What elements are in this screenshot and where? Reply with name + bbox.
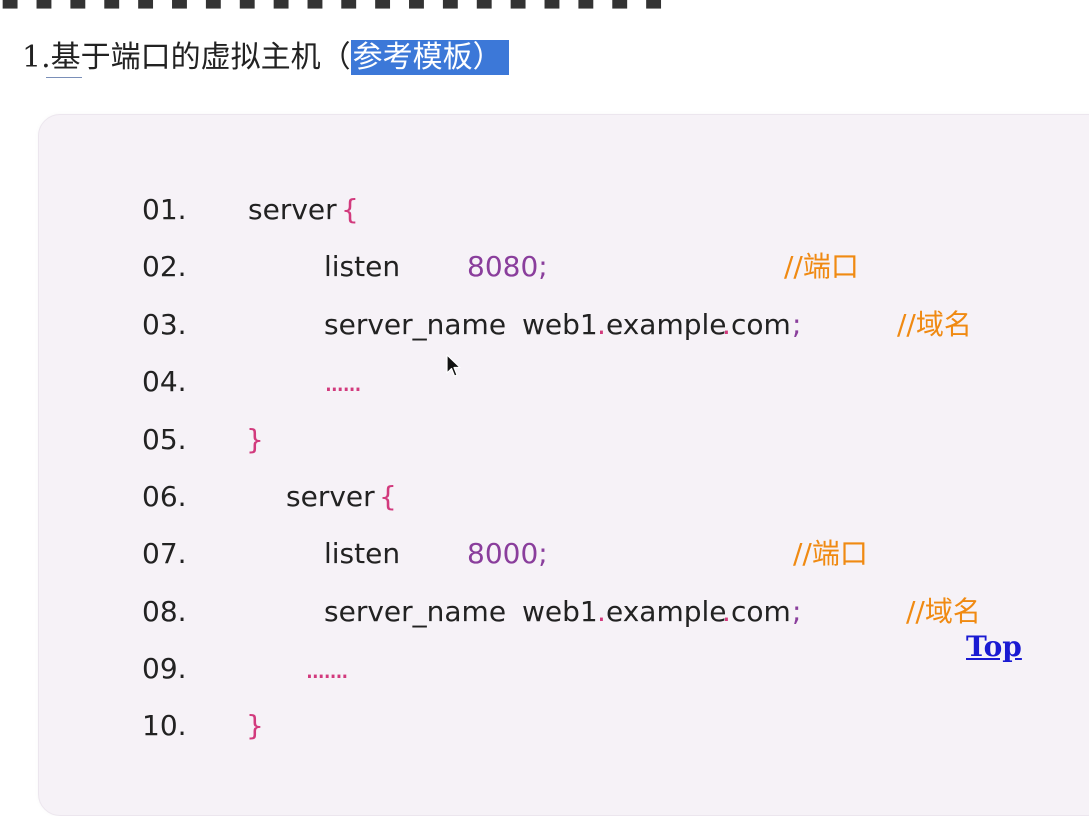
code-directive: server_name [324,595,507,628]
line-number: 10. [142,709,187,742]
code-brace: { [379,480,397,513]
code-comment: //端口 [784,250,859,283]
line-number: 09. [142,652,187,685]
code-value: 8000; [467,537,548,570]
code-comment: //域名 [906,595,981,628]
code-directive: listen [324,537,401,570]
code-dot: . [597,308,606,341]
code-semicolon: ; [792,595,802,628]
top-link[interactable]: Top [966,630,1022,663]
code-semicolon: ; [792,308,802,341]
cropped-previous-heading: ▪ ▪ ▪ ▪ ▪ ▪ ▪ ▪ ▪ ▪ ▪ ▪ ▪ ▪ ▪ ▪ ▪ ▪ ▪ ▪ [0,0,1089,16]
line-number: 05. [142,423,187,456]
code-dot: . [722,308,731,341]
code-brace: { [341,193,359,226]
code-keyword: server [286,480,375,513]
code-host-part: com [731,595,791,628]
code-comment: //端口 [793,537,868,570]
code-comment: //域名 [897,308,972,341]
section-heading: 1.基于端口的虚拟主机（参考模板） [22,36,509,80]
heading-number: 1. [22,40,51,75]
line-number: 02. [142,250,187,283]
code-host-part: web1 [522,308,598,341]
code-brace: } [246,709,264,742]
code-ellipsis: ...... [324,365,362,398]
code-host-part: web1 [522,595,598,628]
code-dot: . [597,595,606,628]
code-host-part: example [606,595,727,628]
heading-text: 基于端口的虚拟主机（ [50,40,351,75]
code-host-part: example [606,308,727,341]
code-directive: listen [324,250,401,283]
line-number: 01. [142,193,187,226]
line-number: 07. [142,537,187,570]
line-number: 03. [142,308,187,341]
heading-underline [46,77,82,78]
code-directive: server_name [324,308,507,341]
line-number: 08. [142,595,187,628]
mouse-pointer-icon [446,354,461,377]
code-brace: } [246,423,264,456]
heading-selected-text[interactable]: 参考模板） [350,40,509,75]
code-host-part: com [731,308,791,341]
line-number: 04. [142,365,187,398]
code-value: 8080; [467,250,548,283]
code-dot: . [722,595,731,628]
code-block [38,114,1089,816]
code-keyword: server [248,193,337,226]
line-number: 06. [142,480,187,513]
code-ellipsis: ....... [305,652,349,685]
